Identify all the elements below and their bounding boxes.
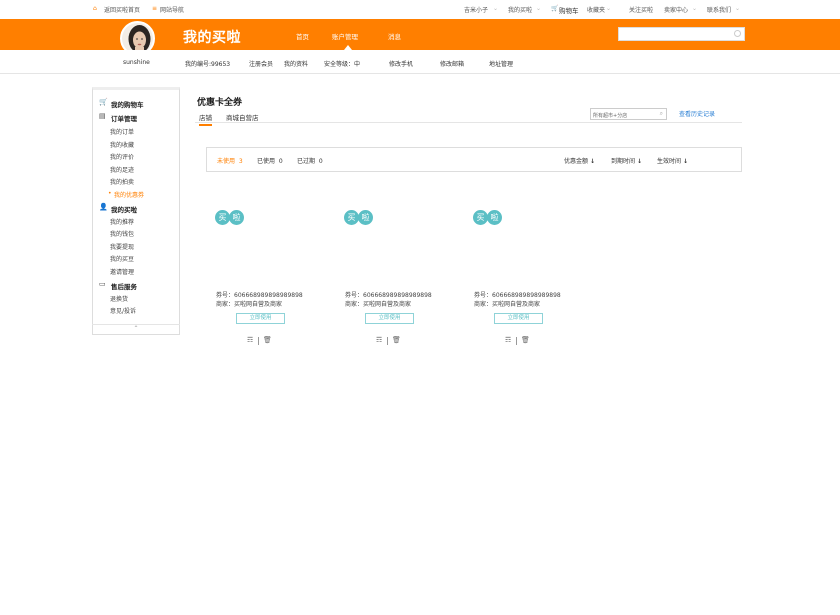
divider [516, 337, 517, 345]
document-icon: ▤ [99, 112, 106, 120]
site-nav-link[interactable]: 网站导航 [160, 5, 184, 14]
sidebar-section-aftersales: 售后服务 [111, 283, 137, 291]
chevron-down-icon: ⌄ [692, 5, 698, 12]
sidebar-item-favorites[interactable]: 我的收藏 [110, 140, 134, 149]
seller-center-menu[interactable]: 卖家中心 [664, 5, 688, 14]
subnav-address-manage[interactable]: 地址管理 [489, 59, 513, 68]
menu-icon: ≡ [152, 5, 158, 12]
use-now-button[interactable]: 立即使用 [236, 313, 285, 324]
cart-icon: 🛒 [99, 98, 108, 106]
share-icon[interactable]: ☶ [376, 336, 382, 344]
nav-home[interactable]: 首页 [296, 31, 309, 41]
tab-shop[interactable]: 店铺 [199, 112, 212, 126]
cart-icon: 🛒 [551, 5, 559, 12]
home-link[interactable]: 返回买啦首页 [104, 5, 140, 14]
subnav-security-level[interactable]: 安全等级：中 [324, 59, 360, 68]
chevron-down-icon: ⌄ [735, 5, 741, 12]
sidebar-item-reviews[interactable]: 我的评价 [110, 152, 134, 161]
top-bar: ⌂ 返回买啦首页 ≡ 网站导航 吉米小子 ⌄ 我的买啦 ⌄ 🛒 购物车 收藏夹 … [0, 0, 840, 19]
sort-effective[interactable]: 生效时间 ↓ [657, 156, 688, 165]
coupon-code: 券号：606668989898989898 [474, 292, 561, 299]
user-menu[interactable]: 吉米小子 [464, 5, 488, 14]
coupon-logo: 买啦 [215, 210, 245, 225]
nav-messages[interactable]: 消息 [388, 31, 401, 41]
shop-select[interactable]: 所有超市+分店 ⌕ [590, 108, 667, 120]
filter-expired[interactable]: 已过期 0 [297, 156, 323, 165]
search-icon[interactable] [734, 30, 741, 37]
page-title: 优惠卡全券 [197, 98, 243, 108]
trash-icon[interactable]: 🗑 [521, 336, 530, 344]
coupon-logo: 买啦 [473, 210, 503, 225]
filter-unused[interactable]: 未使用 3 [217, 156, 243, 165]
arrow-down-icon: ↓ [589, 158, 595, 165]
coupon-merchant: 商家：买啦网自营及商家 [474, 301, 541, 308]
search-icon[interactable]: ⌕ [660, 110, 663, 118]
sidebar-item-auctions[interactable]: 我的拍卖 [110, 177, 134, 186]
username: sunshine [123, 59, 150, 66]
sidebar-item-returns[interactable]: 退换货 [110, 294, 128, 303]
chevron-up-icon: ⌃ [133, 325, 139, 332]
arrow-down-icon: ↓ [636, 158, 642, 165]
sidebar-item-withdraw[interactable]: 我要提现 [110, 242, 134, 251]
sidebar-item-my-orders[interactable]: 我的订单 [110, 127, 134, 136]
brand-title: 我的买啦 [183, 30, 241, 46]
coupon-code: 券号：606668989898989898 [345, 292, 432, 299]
coupon-logo: 买啦 [344, 210, 374, 225]
follow-link[interactable]: 关注买啦 [629, 5, 653, 14]
divider [258, 337, 259, 345]
share-icon[interactable]: ☶ [247, 336, 253, 344]
sidebar-item-footprints[interactable]: 我的足迹 [110, 165, 134, 174]
share-icon[interactable]: ☶ [505, 336, 511, 344]
active-bullet: • [108, 190, 112, 197]
trash-icon[interactable]: 🗑 [263, 336, 272, 344]
coupon-code: 券号：606668989898989898 [216, 292, 303, 299]
chevron-down-icon: ⌄ [536, 5, 542, 12]
sidebar-collapse-button[interactable]: ⌃ [92, 324, 180, 335]
tab-divider [195, 122, 742, 123]
cart-link[interactable]: 购物车 [559, 5, 579, 15]
contact-menu[interactable]: 联系我们 [707, 5, 731, 14]
favorites-menu[interactable]: 收藏夹 [587, 5, 605, 14]
trash-icon[interactable]: 🗑 [392, 336, 401, 344]
use-now-button[interactable]: 立即使用 [365, 313, 414, 324]
sidebar-section-orders: 订单管理 [111, 115, 137, 123]
home-icon[interactable]: ⌂ [93, 5, 97, 12]
use-now-button[interactable]: 立即使用 [494, 313, 543, 324]
sidebar-item-invites[interactable]: 邀请管理 [110, 267, 134, 276]
chevron-down-icon: ⌄ [606, 5, 612, 12]
chevron-down-icon: ⌄ [493, 5, 499, 12]
arrow-down-icon: ↓ [682, 158, 688, 165]
sidebar-section-my-maila: 我的买啦 [111, 206, 137, 214]
nav-account[interactable]: 账户管理 [332, 31, 358, 41]
coupon-merchant: 商家：买啦网自营及商家 [216, 301, 283, 308]
my-maila-menu[interactable]: 我的买啦 [508, 5, 532, 14]
history-link[interactable]: 查看历史记录 [679, 109, 715, 118]
coupon-merchant: 商家：买啦网自营及商家 [345, 301, 412, 308]
card-icon: ▭ [99, 280, 106, 288]
search-input[interactable] [618, 27, 745, 41]
subnav-register-member[interactable]: 注册会员 [249, 59, 273, 68]
user-icon: 👤 [99, 203, 108, 211]
sidebar-section-cart[interactable]: 我的购物车 [111, 99, 144, 109]
sidebar-item-recommend[interactable]: 我的推荐 [110, 217, 134, 226]
subnav-change-email[interactable]: 修改邮箱 [440, 59, 464, 68]
member-number: 我的编号:99653 [185, 61, 231, 68]
subnav-my-profile[interactable]: 我的资料 [284, 59, 308, 68]
sort-expiry[interactable]: 到期时间 ↓ [611, 156, 642, 165]
subnav-change-phone[interactable]: 修改手机 [389, 59, 413, 68]
divider [387, 337, 388, 345]
shop-select-value: 所有超市+分店 [593, 113, 628, 119]
sidebar-item-wallet[interactable]: 我的钱包 [110, 229, 134, 238]
filter-used[interactable]: 已使用 0 [257, 156, 283, 165]
sidebar-item-coupons[interactable]: 我的优惠券 [114, 190, 144, 199]
sidebar-item-complaints[interactable]: 意见/投诉 [110, 306, 136, 315]
sidebar-item-beans[interactable]: 我的买豆 [110, 254, 134, 263]
tab-self-operated[interactable]: 商城自营店 [226, 112, 259, 122]
sort-amount[interactable]: 优惠金额 ↓ [564, 156, 595, 165]
